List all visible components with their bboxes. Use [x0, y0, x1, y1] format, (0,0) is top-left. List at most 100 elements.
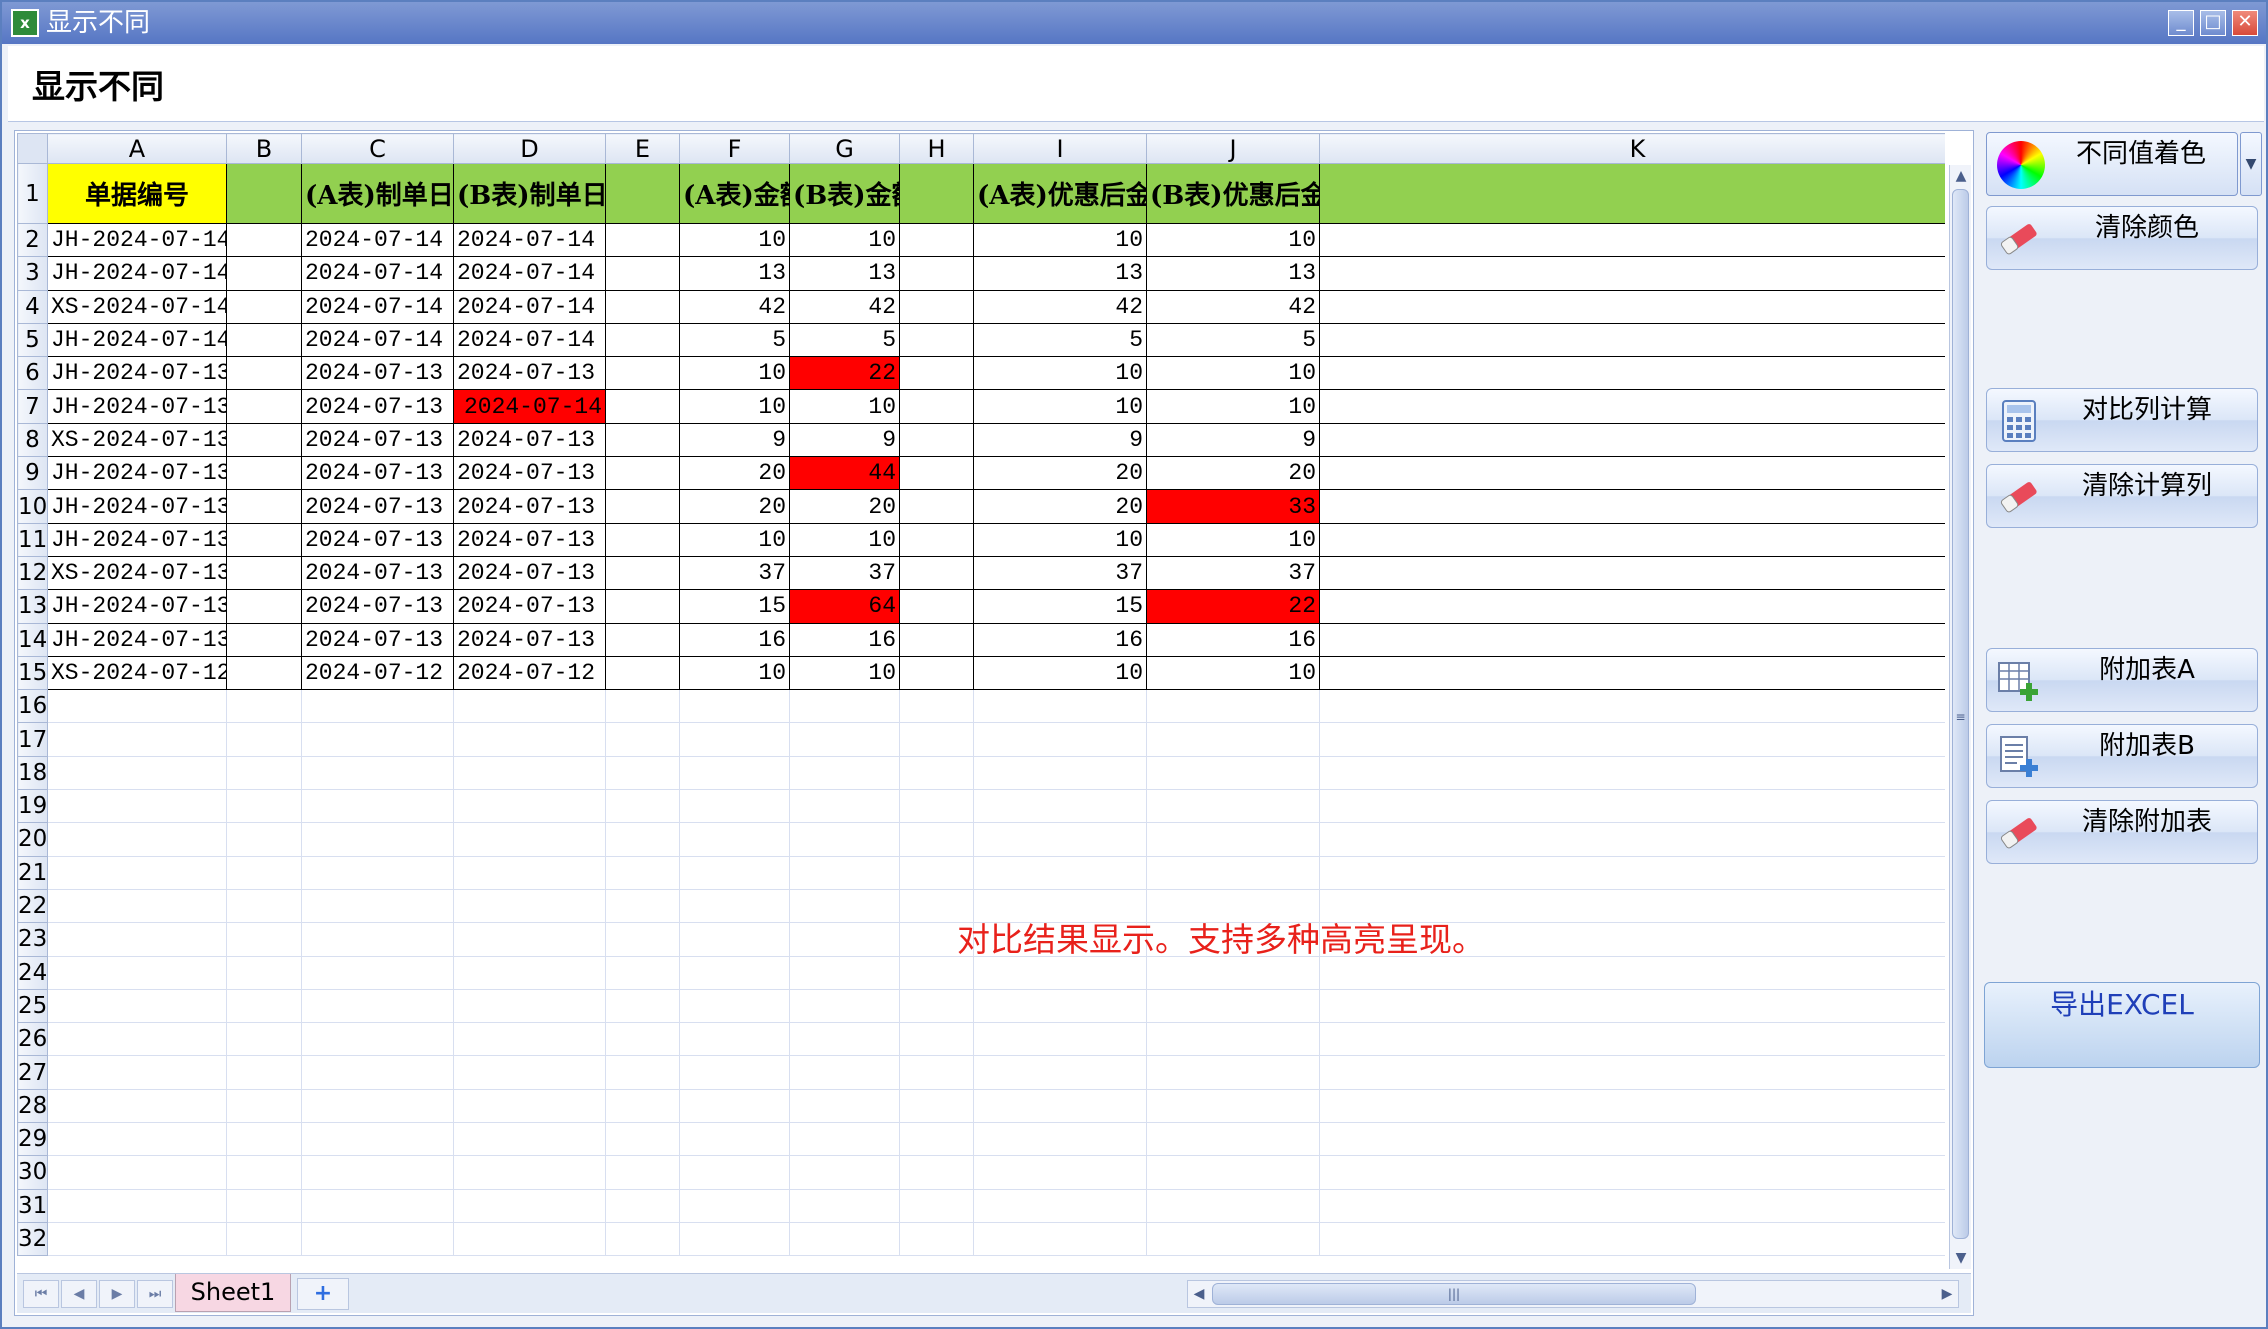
cell[interactable]: [226, 1122, 302, 1157]
cell[interactable]: [453, 1122, 606, 1157]
attach-table-b-button[interactable]: 附加表B: [1986, 724, 2258, 788]
cell[interactable]: [226, 555, 302, 591]
sheet-table[interactable]: ABCDEFGHIJK1单据编号(A表)制单日期(B表)制单日期(A表)金额(B…: [17, 133, 1945, 1257]
row-header[interactable]: 16: [17, 689, 48, 724]
cell[interactable]: 13: [679, 256, 790, 291]
cell[interactable]: [47, 1222, 227, 1257]
cell[interactable]: [453, 956, 606, 990]
row-header[interactable]: 29: [17, 1122, 48, 1157]
cell[interactable]: [899, 756, 974, 791]
highlighted-cell[interactable]: 44: [789, 456, 900, 491]
cell[interactable]: [47, 922, 227, 957]
cell[interactable]: [1319, 622, 1945, 657]
cell[interactable]: 2024-07-14: [301, 322, 454, 358]
cell[interactable]: 2024-07-13: [301, 389, 454, 424]
cell[interactable]: [605, 389, 680, 424]
cell[interactable]: [47, 1022, 227, 1057]
cell[interactable]: [605, 922, 680, 957]
cell[interactable]: [789, 689, 900, 724]
cell[interactable]: [1146, 1189, 1320, 1223]
sheet-tab-sheet1[interactable]: Sheet1: [175, 1274, 291, 1312]
cell[interactable]: 2024-07-13: [453, 522, 606, 557]
vertical-scrollbar[interactable]: ▲ ≡ ▼: [1949, 165, 1971, 1269]
cell[interactable]: [899, 522, 974, 557]
cell[interactable]: 10: [973, 655, 1147, 691]
column-header-k[interactable]: K: [1319, 133, 1945, 164]
cell[interactable]: [1146, 756, 1320, 791]
cell[interactable]: [47, 956, 227, 990]
cell[interactable]: [226, 856, 302, 890]
cell[interactable]: [973, 1189, 1147, 1223]
header-cell[interactable]: [1319, 163, 1945, 224]
add-sheet-button[interactable]: +: [297, 1278, 349, 1310]
cell[interactable]: [226, 822, 302, 857]
cell[interactable]: 2024-07-13: [301, 589, 454, 624]
cell[interactable]: [1146, 989, 1320, 1024]
cell[interactable]: [226, 956, 302, 990]
cell[interactable]: JH-2024-07-13-0002: [47, 589, 227, 624]
cell[interactable]: [453, 989, 606, 1024]
cell[interactable]: 10: [1146, 222, 1320, 258]
cell[interactable]: [453, 1189, 606, 1223]
cell[interactable]: [899, 555, 974, 591]
cell[interactable]: 2024-07-14: [453, 222, 606, 258]
cell[interactable]: 10: [1146, 356, 1320, 391]
cell[interactable]: [789, 1022, 900, 1057]
row-header[interactable]: 20: [17, 822, 48, 857]
prev-sheet-icon[interactable]: ◀: [61, 1280, 97, 1308]
cell[interactable]: [605, 1022, 680, 1057]
cell[interactable]: [605, 1189, 680, 1223]
highlighted-cell[interactable]: 22: [789, 356, 900, 391]
compare-calc-button[interactable]: 对比列计算: [1986, 388, 2258, 452]
cell[interactable]: 20: [679, 456, 790, 491]
header-cell[interactable]: (A表)优惠后金额: [973, 163, 1147, 224]
cell[interactable]: [1146, 856, 1320, 890]
cell[interactable]: [1319, 1222, 1945, 1257]
cell[interactable]: [1146, 956, 1320, 990]
cell[interactable]: [1319, 822, 1945, 857]
cell[interactable]: [605, 555, 680, 591]
cell[interactable]: 2024-07-14: [301, 256, 454, 291]
cell[interactable]: [605, 956, 680, 990]
cell[interactable]: 5: [679, 322, 790, 358]
next-sheet-icon[interactable]: ▶: [99, 1280, 135, 1308]
cell[interactable]: [1319, 1189, 1945, 1223]
cell[interactable]: JH-2024-07-13-0005: [47, 456, 227, 491]
scroll-left-arrow-icon[interactable]: ◀: [1188, 1281, 1210, 1307]
cell[interactable]: [47, 889, 227, 924]
cell[interactable]: [1319, 1122, 1945, 1157]
cell[interactable]: [789, 1089, 900, 1124]
cell[interactable]: 2024-07-13: [453, 356, 606, 391]
cell[interactable]: [226, 689, 302, 724]
last-sheet-icon[interactable]: ⏭: [137, 1280, 173, 1308]
vertical-scroll-thumb[interactable]: ≡: [1952, 189, 1969, 1239]
cell[interactable]: 2024-07-13: [301, 356, 454, 391]
cell[interactable]: [226, 456, 302, 491]
cell[interactable]: 10: [679, 655, 790, 691]
cell[interactable]: [453, 1155, 606, 1190]
cell[interactable]: [1319, 1155, 1945, 1190]
spreadsheet[interactable]: ABCDEFGHIJK1单据编号(A表)制单日期(B表)制单日期(A表)金额(B…: [14, 130, 1974, 1316]
cell[interactable]: 15: [973, 589, 1147, 624]
cell[interactable]: [973, 989, 1147, 1024]
cell[interactable]: [226, 1055, 302, 1090]
cell[interactable]: 10: [973, 389, 1147, 424]
cell[interactable]: [1319, 756, 1945, 791]
cell[interactable]: [453, 689, 606, 724]
scroll-right-arrow-icon[interactable]: ▶: [1936, 1281, 1958, 1307]
cell[interactable]: [301, 1055, 454, 1090]
cell[interactable]: 42: [679, 289, 790, 324]
cell[interactable]: [605, 322, 680, 358]
cell[interactable]: 2024-07-13: [453, 422, 606, 458]
cell[interactable]: [226, 222, 302, 258]
cell[interactable]: [973, 756, 1147, 791]
cell[interactable]: [789, 922, 900, 957]
cell[interactable]: [226, 522, 302, 557]
row-header[interactable]: 9: [17, 456, 48, 491]
cell[interactable]: [789, 889, 900, 924]
cell[interactable]: 2024-07-14: [301, 222, 454, 258]
cell[interactable]: [1146, 1022, 1320, 1057]
row-header[interactable]: 30: [17, 1155, 48, 1190]
cell[interactable]: [453, 1089, 606, 1124]
row-header[interactable]: 13: [17, 589, 48, 624]
